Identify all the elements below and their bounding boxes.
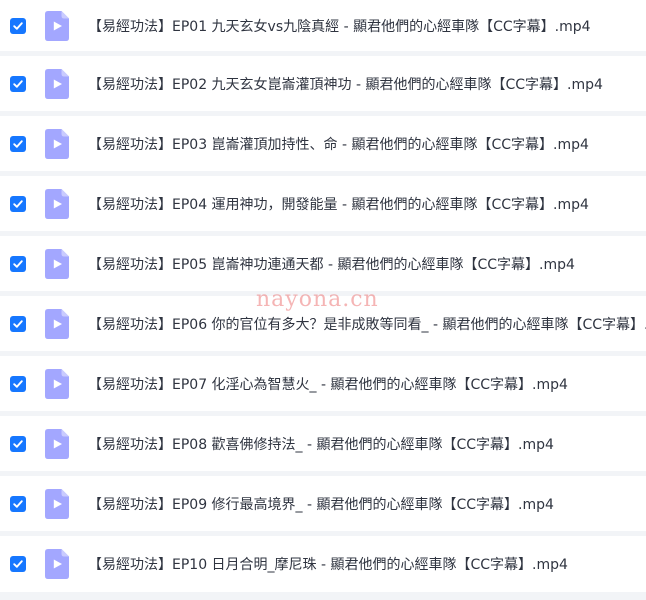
- file-row[interactable]: 【易經功法】EP03 崑崙灌頂加持性、命 - 顯君他們的心經車隊【CC字幕】.m…: [0, 116, 646, 171]
- checkmark-icon: [13, 439, 23, 448]
- checkmark-icon: [13, 139, 23, 148]
- checkmark-icon: [13, 499, 23, 508]
- row-checkbox[interactable]: [10, 315, 26, 332]
- file-name: 【易經功法】EP03 崑崙灌頂加持性、命 - 顯君他們的心經車隊【CC字幕】.m…: [88, 136, 589, 153]
- checkmark-icon: [13, 379, 23, 388]
- file-row[interactable]: 【易經功法】EP01 九天玄女vs九陰真經 - 顯君他們的心經車隊【CC字幕】.…: [0, 0, 646, 51]
- file-row[interactable]: 【易經功法】EP05 崑崙神功連通天都 - 顯君他們的心經車隊【CC字幕】.mp…: [0, 236, 646, 291]
- file-name: 【易經功法】EP08 歡喜佛修持法_ - 顯君他們的心經車隊【CC字幕】.mp4: [88, 436, 554, 453]
- video-file-icon: [45, 308, 69, 339]
- row-checkbox[interactable]: [10, 556, 26, 572]
- video-file-icon: [45, 68, 69, 99]
- row-checkbox[interactable]: [10, 435, 26, 452]
- video-file-icon: [45, 428, 69, 459]
- checkmark-icon: [13, 199, 23, 208]
- file-name: 【易經功法】EP05 崑崙神功連通天都 - 顯君他們的心經車隊【CC字幕】.mp…: [88, 256, 575, 273]
- video-file-icon: [45, 368, 69, 399]
- video-file-icon: [45, 488, 69, 519]
- video-file-icon: [45, 10, 69, 41]
- checkmark-icon: [13, 319, 23, 328]
- file-name: 【易經功法】EP07 化淫心為智慧火_ - 顯君他們的心經車隊【CC字幕】.mp…: [88, 376, 568, 393]
- file-row[interactable]: 【易經功法】EP09 修行最高境界_ - 顯君他們的心經車隊【CC字幕】.mp4: [0, 476, 646, 531]
- file-name: 【易經功法】EP01 九天玄女vs九陰真經 - 顯君他們的心經車隊【CC字幕】.…: [88, 18, 591, 35]
- file-row[interactable]: 【易經功法】EP02 九天玄女崑崙灌頂神功 - 顯君他們的心經車隊【CC字幕】.…: [0, 56, 646, 111]
- checkmark-icon: [13, 79, 23, 88]
- row-checkbox[interactable]: [10, 255, 26, 272]
- row-checkbox[interactable]: [10, 495, 26, 512]
- file-name: 【易經功法】EP02 九天玄女崑崙灌頂神功 - 顯君他們的心經車隊【CC字幕】.…: [88, 76, 603, 93]
- file-row[interactable]: 【易經功法】EP04 運用神功，開發能量 - 顯君他們的心經車隊【CC字幕】.m…: [0, 176, 646, 231]
- row-checkbox[interactable]: [10, 135, 26, 152]
- video-file-icon: [45, 128, 69, 159]
- video-file-icon: [45, 248, 69, 279]
- row-checkbox[interactable]: [10, 17, 26, 34]
- video-file-icon: [45, 549, 69, 579]
- video-file-icon: [45, 188, 69, 219]
- checkmark-icon: [13, 21, 23, 30]
- file-row[interactable]: 【易經功法】EP06 你的官位有多大？是非成敗等同看_ - 顯君他們的心經車隊【…: [0, 296, 646, 351]
- file-name: 【易經功法】EP06 你的官位有多大？是非成敗等同看_ - 顯君他們的心經車隊【…: [88, 316, 646, 333]
- checkmark-icon: [13, 560, 23, 568]
- file-list: 【易經功法】EP01 九天玄女vs九陰真經 - 顯君他們的心經車隊【CC字幕】.…: [0, 0, 646, 600]
- row-checkbox[interactable]: [10, 375, 26, 392]
- file-name: 【易經功法】EP04 運用神功，開發能量 - 顯君他們的心經車隊【CC字幕】.m…: [88, 196, 589, 213]
- checkmark-icon: [13, 259, 23, 268]
- row-checkbox[interactable]: [10, 195, 26, 212]
- file-name: 【易經功法】EP10 日月合明_摩尼珠 - 顯君他們的心經車隊【CC字幕】.mp…: [88, 557, 568, 573]
- file-row[interactable]: 【易經功法】EP07 化淫心為智慧火_ - 顯君他們的心經車隊【CC字幕】.mp…: [0, 356, 646, 411]
- file-row[interactable]: 【易經功法】EP10 日月合明_摩尼珠 - 顯君他們的心經車隊【CC字幕】.mp…: [0, 536, 646, 592]
- file-name: 【易經功法】EP09 修行最高境界_ - 顯君他們的心經車隊【CC字幕】.mp4: [88, 496, 554, 513]
- row-checkbox[interactable]: [10, 75, 26, 92]
- file-row[interactable]: 【易經功法】EP08 歡喜佛修持法_ - 顯君他們的心經車隊【CC字幕】.mp4: [0, 416, 646, 471]
